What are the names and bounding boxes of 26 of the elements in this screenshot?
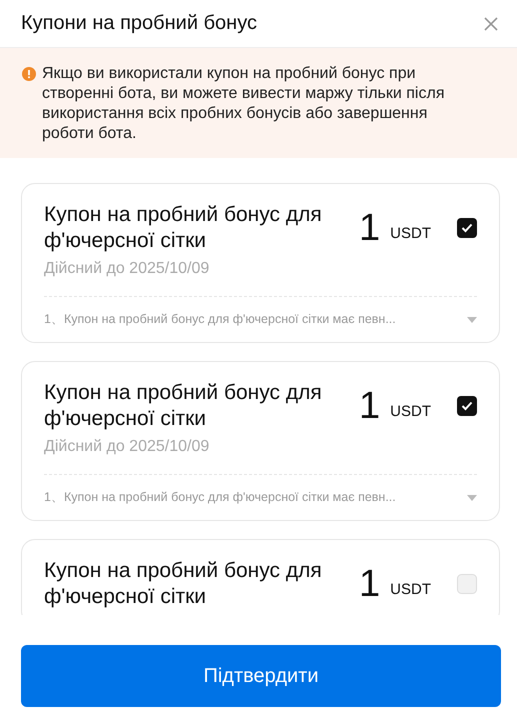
- checkbox[interactable]: [457, 396, 477, 416]
- caret-icon[interactable]: [467, 494, 477, 500]
- coupon-currency: USDT: [390, 224, 431, 242]
- coupon-amount: 1: [359, 564, 380, 604]
- coupon-title: Купон на пробний бонус для ф'ючерсної сітки: [44, 558, 323, 610]
- caret-icon[interactable]: [467, 316, 477, 322]
- coupon-description: 1、Купон на пробний бонус для ф'ючерсної сітки має певн...: [44, 311, 396, 328]
- validity-date: Дійсний до 2025/10/09: [44, 260, 210, 278]
- coupon-title: Купон на пробний бонус для ф'ючерсної сітки: [44, 380, 323, 432]
- coupon-card[interactable]: Купон на пробний бонус для ф'ючерсної сітки 1 USDT Дійсний до 2025/10/09 1、Купон на пробний бонус для ф'ючерсної сітки має певн...: [21, 183, 500, 343]
- warning-icon: [22, 67, 36, 81]
- coupon-amount: 1: [359, 208, 380, 248]
- coupon-currency: USDT: [390, 580, 431, 598]
- coupon-card[interactable]: Купон на пробний бонус для ф'ючерсної сітки 1 USDT Дійсний до 2025/10/09 1、Купон на пробний бонус для ф'ючерсної сітки має певн...: [21, 361, 500, 521]
- coupon-currency: USDT: [390, 402, 431, 420]
- notice-text: Якщо ви використали купон на пробний бонус при створенні бота, ви можете вивести маржу тільки після використання всіх пробних бонусів або завершення роботи бота.: [42, 64, 446, 144]
- close-icon[interactable]: [483, 16, 499, 32]
- coupon-title: Купон на пробний бонус для ф'ючерсної сітки: [44, 202, 323, 254]
- coupon-description: 1、Купон на пробний бонус для ф'ючерсної сітки має певн...: [44, 489, 396, 506]
- checkbox[interactable]: [457, 218, 477, 238]
- checkbox[interactable]: [457, 574, 477, 594]
- confirm-button[interactable]: Підтвердити: [21, 645, 501, 707]
- coupon-amount: 1: [359, 386, 380, 426]
- validity-date: Дійсний до 2025/10/09: [44, 438, 210, 456]
- dialog-title: Купони на пробний бонус: [21, 12, 257, 35]
- coupon-card[interactable]: Купон на пробний бонус для ф'ючерсної сітки 1 USDT: [21, 539, 500, 615]
